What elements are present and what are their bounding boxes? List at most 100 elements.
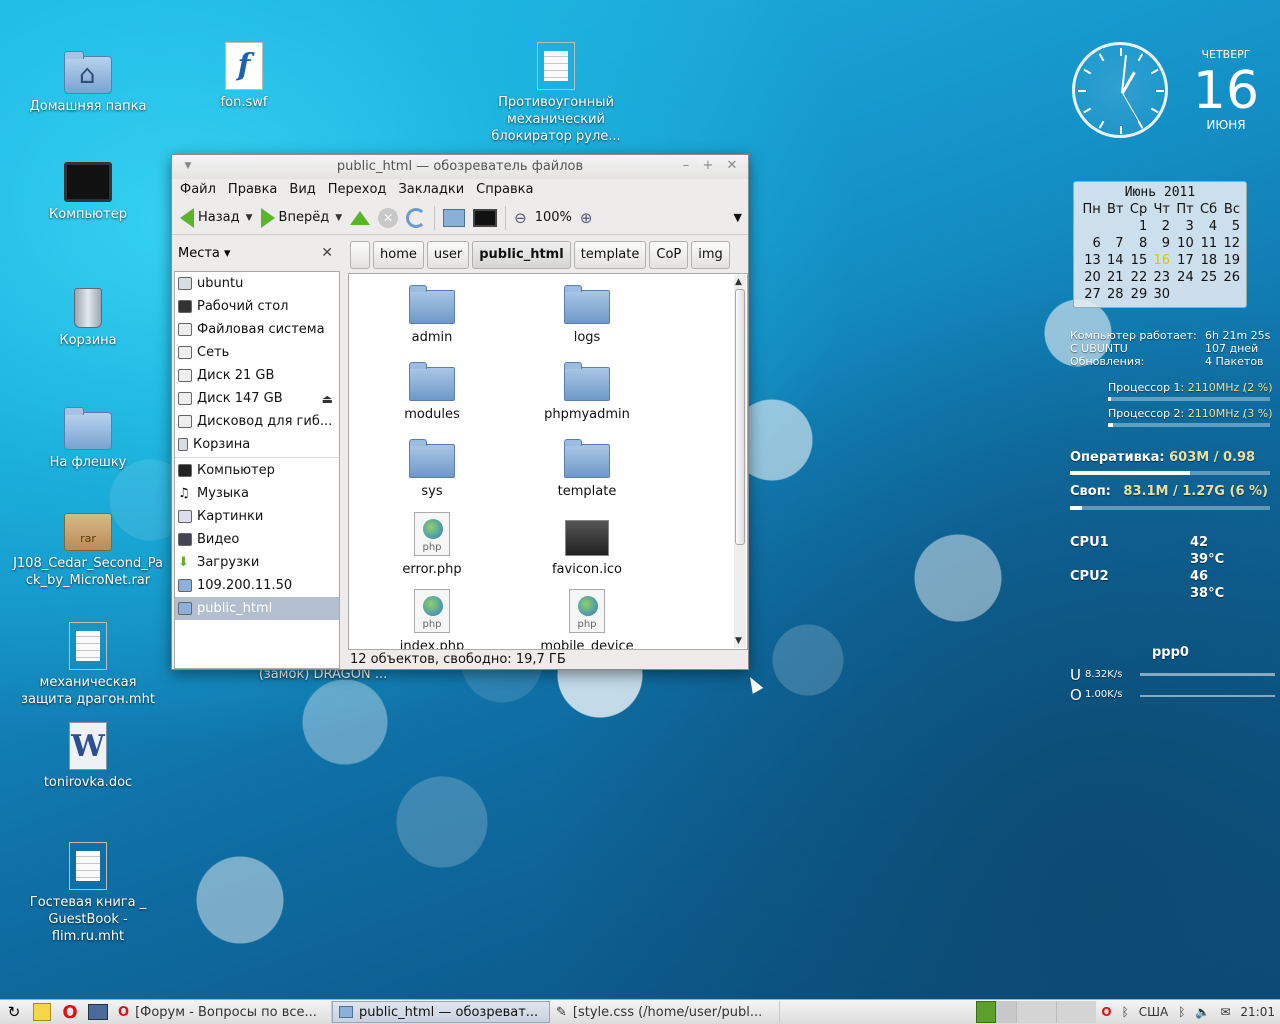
cpu2-name: CPU2 (1070, 569, 1109, 584)
forward-button[interactable]: Вперёд ▼ (257, 204, 347, 232)
calendar-week: 12345 (1138, 219, 1240, 234)
menu-edit[interactable]: Правка (222, 179, 283, 201)
zoom-out-button[interactable]: ⊖ (510, 204, 531, 232)
file-item-mobile-device[interactable]: php mobile_device (522, 589, 652, 649)
file-item-error-php[interactable]: php error.php (367, 512, 497, 577)
up-button[interactable] (346, 204, 374, 232)
breadcrumb-user[interactable]: user (426, 241, 470, 269)
sidebar-item-computer[interactable]: Компьютер (175, 459, 339, 482)
window-titlebar[interactable]: ▼ public_html — обозреватель файлов – + … (172, 155, 748, 179)
desktop-icon-na-fleshku[interactable]: На флешку (13, 402, 163, 471)
reload-icon (406, 207, 427, 228)
bluetooth-icon[interactable]: ᛒ (1178, 1005, 1185, 1019)
sidebar-close-icon[interactable]: ✕ (321, 245, 333, 261)
taskbar-clock[interactable]: 21:01 (1240, 1005, 1275, 1019)
desktop-icon-trash[interactable]: Корзина (13, 282, 163, 349)
download-graph (1140, 695, 1275, 697)
chevron-down-icon[interactable]: ▼ (246, 213, 253, 223)
computer-button[interactable] (469, 204, 501, 232)
sidebar-item-downloads[interactable]: ⬇ Загрузки (175, 551, 339, 574)
sidebar-item-public-html[interactable]: public_html (175, 597, 339, 620)
scroll-up-icon[interactable]: ▲ (735, 277, 742, 287)
file-item-logs[interactable]: logs (522, 276, 652, 345)
sidebar-mode-select[interactable]: Места ▾ (178, 246, 231, 261)
reload-button[interactable] (402, 204, 430, 232)
task-style-css[interactable]: ✎ [style.css (/home/user/publ... (550, 1001, 780, 1023)
sidebar-item-filesystem[interactable]: Файловая система (175, 318, 339, 341)
task-forum[interactable]: O [Форум - Вопросы по все... (112, 1001, 332, 1023)
terminal-launcher-icon[interactable] (84, 1001, 112, 1023)
file-item-template[interactable]: template (522, 430, 652, 499)
keyboard-layout[interactable]: США (1139, 1005, 1168, 1019)
menu-view[interactable]: Вид (283, 179, 321, 201)
pictures-icon (178, 510, 192, 523)
desktop-icon-home[interactable]: Домашняя папка (13, 46, 163, 115)
sidebar-item-pictures[interactable]: Картинки (175, 505, 339, 528)
minimize-button[interactable]: – (678, 158, 694, 174)
bluetooth-icon[interactable]: ᛒ (1122, 1005, 1129, 1019)
desktop-icon-rar[interactable]: rar J108_Cedar_Second_Pack_by_MicroNet.r… (13, 505, 163, 589)
volume-icon[interactable]: 🔈 (1195, 1005, 1210, 1019)
forward-arrow-icon (260, 207, 275, 228)
sidebar-item-floppy[interactable]: Дисковод для гиб... (175, 410, 339, 433)
sidebar-item-ubuntu[interactable]: ubuntu (175, 272, 339, 295)
sidebar-item-trash[interactable]: Корзина (175, 433, 339, 456)
zoom-in-button[interactable]: ⊕ (576, 204, 597, 232)
menu-help[interactable]: Справка (470, 179, 539, 201)
menu-go[interactable]: Переход (322, 179, 393, 201)
sidebar-header[interactable]: Места ▾ ✕ (172, 235, 341, 271)
notes-launcher-icon[interactable] (28, 1001, 56, 1023)
file-item-favicon[interactable]: favicon.ico (522, 512, 652, 577)
opera-launcher-icon[interactable]: O (56, 1001, 84, 1023)
menu-file[interactable]: Файл (174, 179, 222, 201)
folder-icon (64, 407, 112, 450)
sidebar-item-disk-21[interactable]: Диск 21 GB (175, 364, 339, 387)
opera-tray-icon[interactable]: O (1101, 1005, 1111, 1019)
vertical-scrollbar[interactable]: ▲ ▼ (734, 275, 746, 648)
net-interface: ppp0 (1152, 645, 1189, 660)
home-icon (178, 277, 192, 290)
menu-bookmarks[interactable]: Закладки (392, 179, 470, 201)
close-button[interactable]: ✕ (724, 158, 740, 174)
desktop-icon-computer[interactable]: Компьютер (13, 162, 163, 223)
breadcrumb-cop[interactable]: CoP (649, 241, 689, 269)
toolbar-overflow-button[interactable]: ▼ (730, 204, 746, 232)
desktop-icon-blokirator[interactable]: Противоугонный механический блокиратор р… (481, 42, 631, 145)
breadcrumb-public-html[interactable]: public_html (472, 241, 571, 269)
file-item-index-php[interactable]: php index.php (367, 589, 497, 649)
eject-icon[interactable]: ⏏ (322, 392, 333, 406)
sidebar-item-video[interactable]: Видео (175, 528, 339, 551)
task-file-manager[interactable]: public_html — обозреват... (332, 1001, 550, 1023)
file-item-modules[interactable]: modules (367, 353, 497, 422)
folder-icon (564, 439, 610, 478)
sidebar-item-music[interactable]: ♫ Музыка (175, 482, 339, 505)
mouse-cursor-icon (744, 674, 764, 694)
scroll-thumb[interactable] (735, 289, 745, 545)
file-item-sys[interactable]: sys (367, 430, 497, 499)
chevron-down-icon[interactable]: ▼ (335, 213, 342, 223)
desktop-icon-fon-swf[interactable]: f fon.swf (169, 42, 319, 111)
sidebar-item-desktop[interactable]: Рабочий стол (175, 295, 339, 318)
desktop-icon-tonirovka[interactable]: W tonirovka.doc (13, 722, 163, 791)
scroll-down-icon[interactable]: ▼ (735, 636, 742, 646)
sidebar-item-network[interactable]: Сеть (175, 341, 339, 364)
workspace-switcher[interactable] (976, 1001, 1097, 1023)
breadcrumb-template[interactable]: template (573, 241, 647, 269)
maximize-button[interactable]: + (700, 158, 716, 174)
desktop-icon-guestbook[interactable]: Гостевая книга _ GuestBook - flim.ru.mht (13, 842, 163, 945)
show-desktop-icon[interactable]: ↻ (0, 1001, 28, 1023)
home-button[interactable] (439, 204, 469, 232)
desktop-icon-mht[interactable]: механическая защита драгон.mht (13, 622, 163, 708)
file-item-phpmyadmin[interactable]: phpmyadmin (522, 353, 652, 422)
file-item-admin[interactable]: admin (367, 276, 497, 345)
stop-button[interactable]: ✕ (374, 204, 402, 232)
back-button[interactable]: Назад ▼ (176, 204, 257, 232)
mail-icon[interactable]: ✉ (1220, 1005, 1230, 1019)
breadcrumb-root-drive-icon[interactable] (350, 241, 370, 269)
sidebar-item-ip-folder[interactable]: 109.200.11.50 (175, 574, 339, 597)
breadcrumb-img[interactable]: img (691, 241, 730, 269)
breadcrumb-home[interactable]: home (373, 241, 424, 269)
image-file-icon (565, 520, 609, 556)
clock-tick (1156, 90, 1164, 92)
sidebar-item-disk-147[interactable]: Диск 147 GB ⏏ (175, 387, 339, 410)
